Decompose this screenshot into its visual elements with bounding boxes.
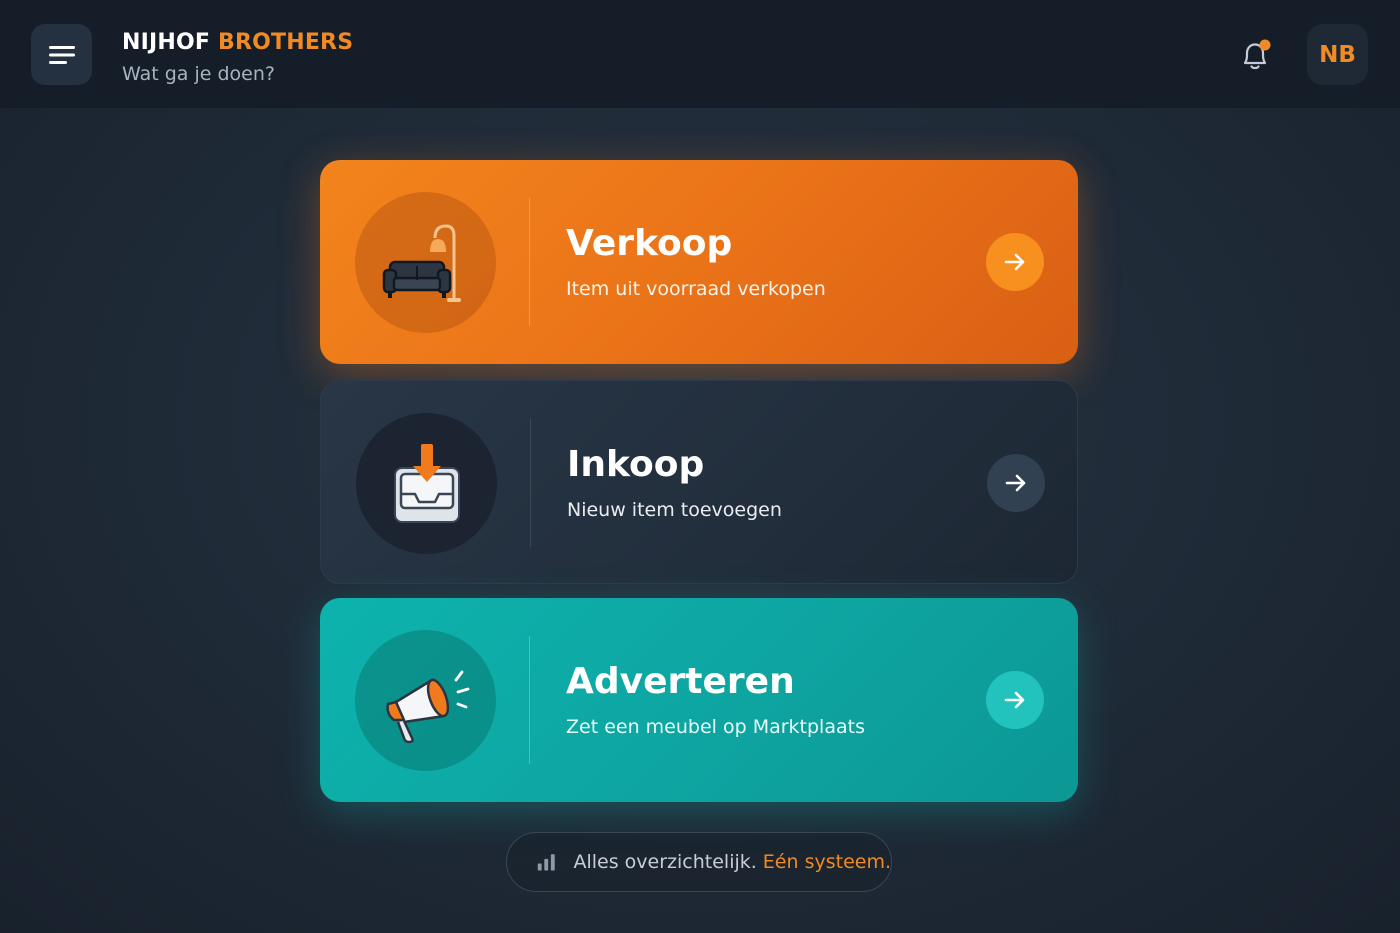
card-verkoop[interactable]: Verkoop Item uit voorraad verkopen: [320, 160, 1078, 364]
arrow-right-icon: [1004, 253, 1025, 271]
card-icon-circle: [355, 630, 496, 771]
card-arrow-button[interactable]: [986, 671, 1044, 729]
footer-text: Alles overzichtelijk.: [573, 851, 757, 873]
brand-block: NIJHOF BROTHERS Wat ga je doen?: [122, 30, 353, 86]
card-icon-circle: [355, 192, 496, 333]
inbox-download-icon: [393, 443, 460, 523]
card-arrow-button[interactable]: [987, 454, 1045, 512]
arrow-right-icon: [1005, 474, 1026, 492]
page-subtitle: Wat ga je doen?: [122, 63, 275, 85]
card-title: Inkoop: [567, 444, 705, 485]
megaphone-icon: [385, 670, 469, 743]
arrow-right-icon: [1004, 691, 1025, 709]
footer-tagline: Alles overzichtelijk. Eén systeem.: [506, 832, 892, 892]
card-subtitle: Item uit voorraad verkopen: [566, 278, 826, 300]
footer-accent-text: Eén systeem.: [762, 851, 891, 873]
notification-dot: [1259, 39, 1271, 51]
brand-name: NIJHOF BROTHERS: [122, 30, 353, 56]
avatar[interactable]: NB: [1307, 24, 1368, 85]
card-subtitle: Nieuw item toevoegen: [567, 499, 782, 521]
menu-button[interactable]: [31, 24, 92, 85]
card-divider: [530, 419, 531, 547]
brand-name-part1: NIJHOF: [122, 30, 211, 55]
notifications-button[interactable]: [1236, 36, 1274, 74]
card-subtitle: Zet een meubel op Marktplaats: [566, 716, 865, 738]
bell-icon: [1243, 39, 1271, 70]
card-inkoop[interactable]: Inkoop Nieuw item toevoegen: [320, 380, 1078, 584]
bar-chart-icon: [537, 854, 555, 871]
card-title: Adverteren: [566, 661, 795, 702]
card-icon-circle: [356, 413, 497, 554]
card-divider: [529, 198, 530, 326]
card-divider: [529, 636, 530, 764]
card-arrow-button[interactable]: [986, 233, 1044, 291]
brand-name-part2: BROTHERS: [218, 30, 354, 55]
card-title: Verkoop: [566, 223, 733, 264]
app-header: NIJHOF BROTHERS Wat ga je doen? NB: [0, 0, 1400, 108]
card-adverteren[interactable]: Adverteren Zet een meubel op Marktplaats: [320, 598, 1078, 802]
sofa-lamp-icon: [382, 223, 461, 302]
hamburger-icon: [48, 45, 75, 64]
